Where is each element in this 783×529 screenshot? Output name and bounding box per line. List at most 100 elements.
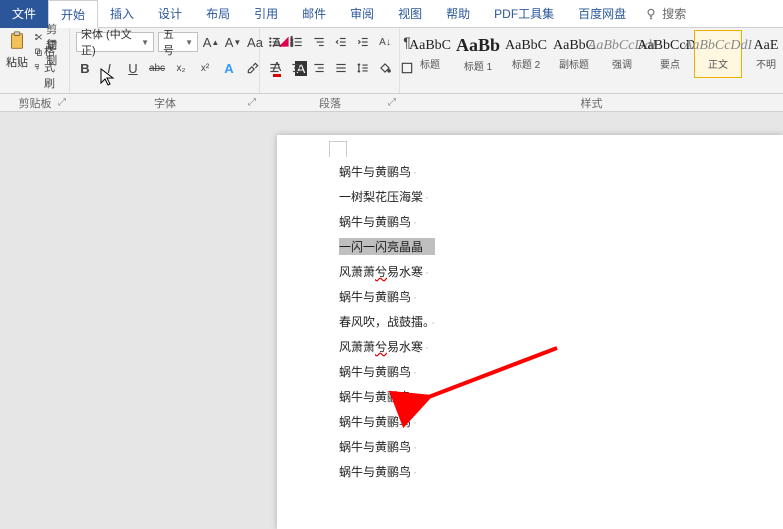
font-group-label: 字体 — [154, 95, 176, 111]
sort-button[interactable]: A↓ — [376, 33, 394, 51]
tab-8[interactable]: 帮助 — [434, 0, 482, 28]
font-launcher[interactable]: ⤢ — [248, 97, 256, 108]
multilevel-button[interactable] — [310, 33, 328, 51]
style-preview: AaBbC — [505, 38, 547, 54]
style-name-label: 标题 — [420, 56, 440, 71]
doc-line-11[interactable]: 蜗牛与黄鹂鸟· — [339, 438, 435, 455]
shrink-font-button[interactable]: A▼ — [224, 33, 242, 51]
clipboard-group-label: 剪贴板 — [19, 95, 52, 111]
outdent-icon — [334, 35, 348, 49]
paragraph-group-label: 段落 — [319, 95, 341, 111]
shading-button[interactable] — [376, 59, 394, 77]
doc-line-0[interactable]: 蜗牛与黄鹂鸟· — [339, 163, 435, 180]
align-center-button[interactable] — [288, 59, 306, 77]
doc-line-5[interactable]: 蜗牛与黄鹂鸟· — [339, 288, 435, 305]
tab-4[interactable]: 引用 — [242, 0, 290, 28]
group-paragraph: 123 A↓ ¶ — [260, 28, 400, 93]
scissors-icon — [34, 31, 43, 43]
style-card-0[interactable]: AaBbC 标题 — [406, 30, 454, 78]
tab-9[interactable]: PDF工具集 — [482, 0, 566, 28]
font-name-combo[interactable]: 宋体 (中文正)▼ — [76, 32, 154, 52]
style-card-2[interactable]: AaBbC标题 2 — [502, 30, 550, 78]
strike-button[interactable]: abc — [148, 59, 166, 77]
justify-button[interactable] — [332, 59, 350, 77]
bullets-button[interactable] — [266, 33, 284, 51]
group-styles: AaBbC标题AaBb标题 1AaBbC标题 2AaBbC副标题AaBbCcDd… — [400, 28, 783, 93]
line-spacing-icon — [356, 61, 370, 75]
tab-10[interactable]: 百度网盘 — [566, 0, 638, 28]
align-center-icon — [290, 61, 304, 75]
style-card-1[interactable]: AaBb 标题 1 — [454, 30, 502, 78]
format-painter-button[interactable]: 格式刷 — [34, 60, 63, 74]
tab-7[interactable]: 视图 — [386, 0, 434, 28]
align-left-button[interactable] — [266, 59, 284, 77]
doc-line-6[interactable]: 春风吹，战鼓擂。· — [339, 313, 435, 330]
align-left-icon — [268, 61, 282, 75]
text-effects-button[interactable]: A — [220, 59, 238, 77]
indent-dec-button[interactable] — [332, 33, 350, 51]
tab-3[interactable]: 布局 — [194, 0, 242, 28]
doc-line-7[interactable]: 风萧萧兮易水寒· — [339, 338, 435, 355]
align-right-button[interactable] — [310, 59, 328, 77]
subscript-button[interactable]: x₂ — [172, 59, 190, 77]
bucket-icon — [378, 61, 392, 75]
style-name-label: 标题 1 — [464, 58, 492, 73]
doc-line-9[interactable]: 蜗牛与黄鹂鸟· — [339, 388, 435, 405]
chevron-down-icon: ▼ — [141, 38, 149, 47]
svg-text:3: 3 — [291, 43, 294, 48]
underline-button[interactable]: U — [124, 59, 142, 77]
doc-line-1[interactable]: 一树梨花压海棠· — [339, 188, 435, 205]
tab-5[interactable]: 邮件 — [290, 0, 338, 28]
doc-line-2[interactable]: 蜗牛与黄鹂鸟· — [339, 213, 435, 230]
style-name-label: 不明 — [756, 56, 776, 71]
copy-icon — [34, 46, 43, 58]
tab-1[interactable]: 插入 — [98, 0, 146, 28]
indent-icon — [356, 35, 370, 49]
document-page[interactable]: 蜗牛与黄鹂鸟· 一树梨花压海棠· 蜗牛与黄鹂鸟· 一闪一闪亮晶晶· 风萧萧兮易水寒· 蜗牛… — [277, 135, 783, 529]
style-card-6[interactable]: AaBbCcDdI正文 — [694, 30, 742, 78]
tab-6[interactable]: 审阅 — [338, 0, 386, 28]
ribbon: 粘贴 剪切 复制 格式刷 宋体 (中文正)▼ 五号▼ A▲ A▼ Aa A◢ — [0, 28, 783, 94]
style-preview: AaBbC — [409, 38, 451, 54]
clipboard-launcher[interactable]: ⤢ — [58, 97, 66, 108]
doc-line-8[interactable]: 蜗牛与黄鹂鸟· — [339, 363, 435, 380]
document-workspace[interactable]: 蜗牛与黄鹂鸟· 一树梨花压海棠· 蜗牛与黄鹂鸟· 一闪一闪亮晶晶· 风萧萧兮易水寒· 蜗牛… — [0, 112, 783, 529]
tell-me-search[interactable]: 搜索 — [644, 5, 686, 22]
align-right-icon — [312, 61, 326, 75]
indent-inc-button[interactable] — [354, 33, 372, 51]
doc-line-10[interactable]: 蜗牛与黄鹂鸟· — [339, 413, 435, 430]
lightbulb-icon — [644, 7, 658, 21]
list-bullet-icon — [268, 35, 282, 49]
doc-line-3[interactable]: 一闪一闪亮晶晶· — [339, 238, 435, 255]
superscript-button[interactable]: x² — [196, 59, 214, 77]
tab-2[interactable]: 设计 — [146, 0, 194, 28]
numbering-button[interactable]: 123 — [288, 33, 306, 51]
style-name-label: 强调 — [612, 56, 632, 71]
style-card-7[interactable]: AaE 不明 — [742, 30, 783, 78]
paragraph-launcher[interactable]: ⤢ — [388, 97, 396, 108]
doc-line-12[interactable]: 蜗牛与黄鹂鸟· — [339, 463, 435, 480]
style-name-label: 副标题 — [559, 56, 589, 71]
group-clipboard: 粘贴 剪切 复制 格式刷 — [0, 28, 70, 93]
chevron-down-icon: ▼ — [185, 38, 193, 47]
style-preview: AaBb — [456, 35, 500, 56]
italic-button[interactable]: I — [100, 59, 118, 77]
search-label: 搜索 — [662, 5, 686, 22]
bold-button[interactable]: B — [76, 59, 94, 77]
highlighter-icon — [246, 61, 260, 75]
page-corner-marker — [329, 141, 347, 157]
clipboard-icon — [6, 30, 28, 52]
styles-group-label: 样式 — [581, 95, 603, 111]
paste-label: 粘贴 — [6, 54, 28, 70]
align-justify-icon — [334, 61, 348, 75]
tab-file[interactable]: 文件 — [0, 0, 48, 28]
paste-button[interactable]: 粘贴 — [6, 30, 28, 70]
font-size-combo[interactable]: 五号▼ — [158, 32, 198, 52]
line-spacing-button[interactable] — [354, 59, 372, 77]
document-body[interactable]: 蜗牛与黄鹂鸟· 一树梨花压海棠· 蜗牛与黄鹂鸟· 一闪一闪亮晶晶· 风萧萧兮易水寒· 蜗牛… — [339, 163, 435, 480]
menu-tabs: 文件 开始插入设计布局引用邮件审阅视图帮助PDF工具集百度网盘 搜索 — [0, 0, 783, 28]
grow-font-button[interactable]: A▲ — [202, 33, 220, 51]
doc-line-4[interactable]: 风萧萧兮易水寒· — [339, 263, 435, 280]
list-number-icon: 123 — [290, 35, 304, 49]
style-preview: AaE — [754, 38, 779, 54]
